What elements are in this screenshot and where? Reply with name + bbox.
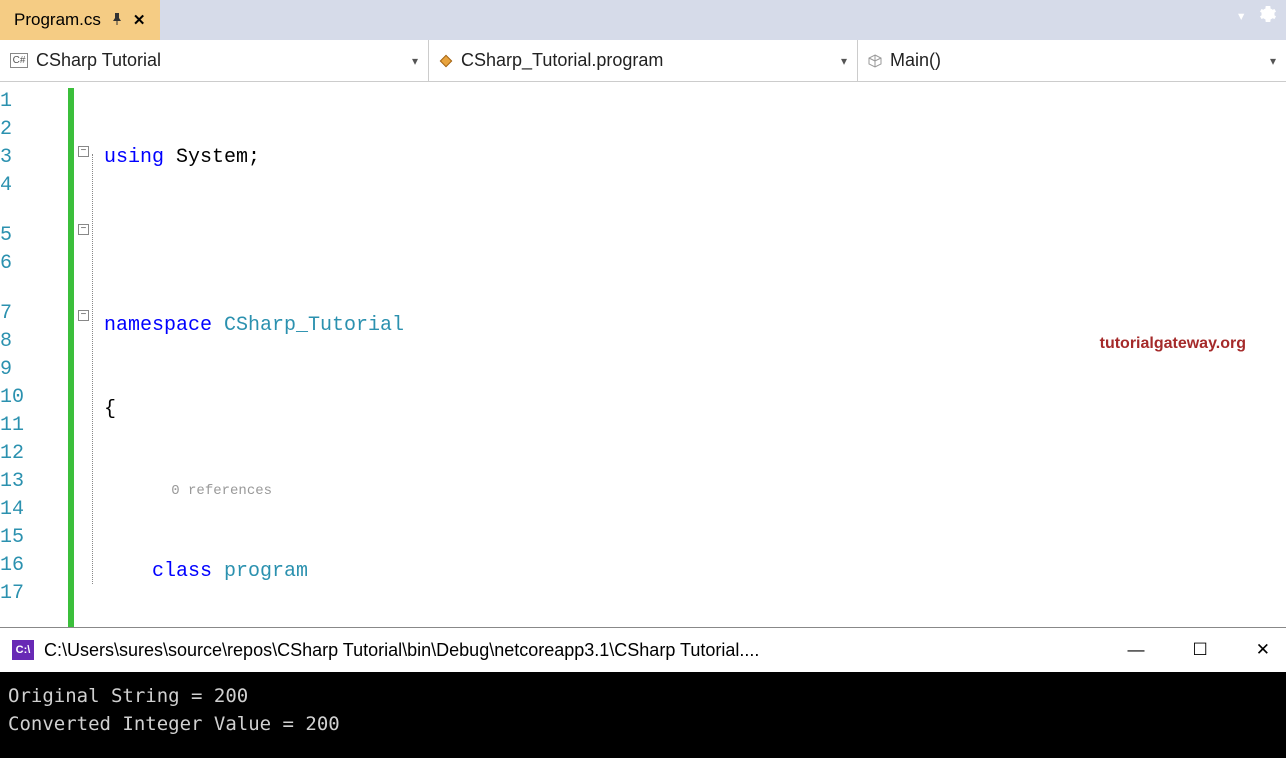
console-app-icon: C:\ [12,640,34,660]
active-tab[interactable]: Program.cs ✕ [0,0,160,40]
codelens-references[interactable]: 0 references [104,477,272,505]
nav-project-label: CSharp Tutorial [36,50,161,71]
pin-icon[interactable] [111,13,123,28]
chevron-down-icon: ▾ [1270,54,1276,68]
maximize-icon[interactable]: ☐ [1193,640,1208,660]
line-number: 2 [0,116,54,144]
tab-filename: Program.cs [14,10,101,30]
nav-method-dropdown[interactable]: Main() ▾ [858,40,1286,81]
console-output[interactable]: Original String = 200 Converted Integer … [0,672,1286,758]
line-number: 1 [0,88,54,116]
dropdown-icon[interactable]: ▾ [1236,6,1246,27]
fold-column: − − − [64,82,88,627]
close-icon[interactable]: ✕ [133,11,146,29]
console-titlebar[interactable]: C:\ C:\Users\sures\source\repos\CSharp T… [0,628,1286,672]
line-number: 6 [0,250,54,278]
nav-class-dropdown[interactable]: CSharp_Tutorial.program ▾ [429,40,858,81]
chevron-down-icon: ▾ [841,54,847,68]
line-number-gutter: 1 2 3 4 5 6 7 8 9 10 11 12 13 14 15 16 1… [0,82,64,627]
code-nav-bar: C# CSharp Tutorial ▾ CSharp_Tutorial.pro… [0,40,1286,82]
line-number: 9 [0,356,54,384]
console-window: C:\ C:\Users\sures\source\repos\CSharp T… [0,627,1286,758]
code-editor[interactable]: 1 2 3 4 5 6 7 8 9 10 11 12 13 14 15 16 1… [0,82,1286,627]
watermark-text: tutorialgateway.org [1100,330,1246,358]
line-number: 5 [0,222,54,250]
line-number: 16 [0,552,54,580]
line-number: 10 [0,384,54,412]
line-number: 15 [0,524,54,552]
line-number: 11 [0,412,54,440]
code-content[interactable]: using System; namespace CSharp_Tutorial … [104,82,1286,627]
nav-project-dropdown[interactable]: C# CSharp Tutorial ▾ [0,40,429,81]
line-number: 12 [0,440,54,468]
close-icon[interactable]: ✕ [1256,640,1270,660]
document-tab-bar: Program.cs ✕ ▾ [0,0,1286,40]
line-number: 7 [0,300,54,328]
nav-class-label: CSharp_Tutorial.program [461,50,663,71]
class-icon [439,54,453,68]
gear-icon[interactable] [1260,6,1276,27]
line-number: 3 [0,144,54,172]
line-number: 17 [0,580,54,608]
chevron-down-icon: ▾ [412,54,418,68]
line-number: 14 [0,496,54,524]
line-number: 8 [0,328,54,356]
line-number [0,200,54,222]
line-number: 4 [0,172,54,200]
nav-method-label: Main() [890,50,941,71]
console-title-text: C:\Users\sures\source\repos\CSharp Tutor… [44,640,759,661]
line-number: 13 [0,468,54,496]
tab-bar-controls: ▾ [1236,6,1276,27]
line-number [0,278,54,300]
outline-column [88,82,104,627]
method-icon [868,54,882,68]
minimize-icon[interactable]: — [1128,640,1145,660]
csharp-icon: C# [10,53,28,68]
